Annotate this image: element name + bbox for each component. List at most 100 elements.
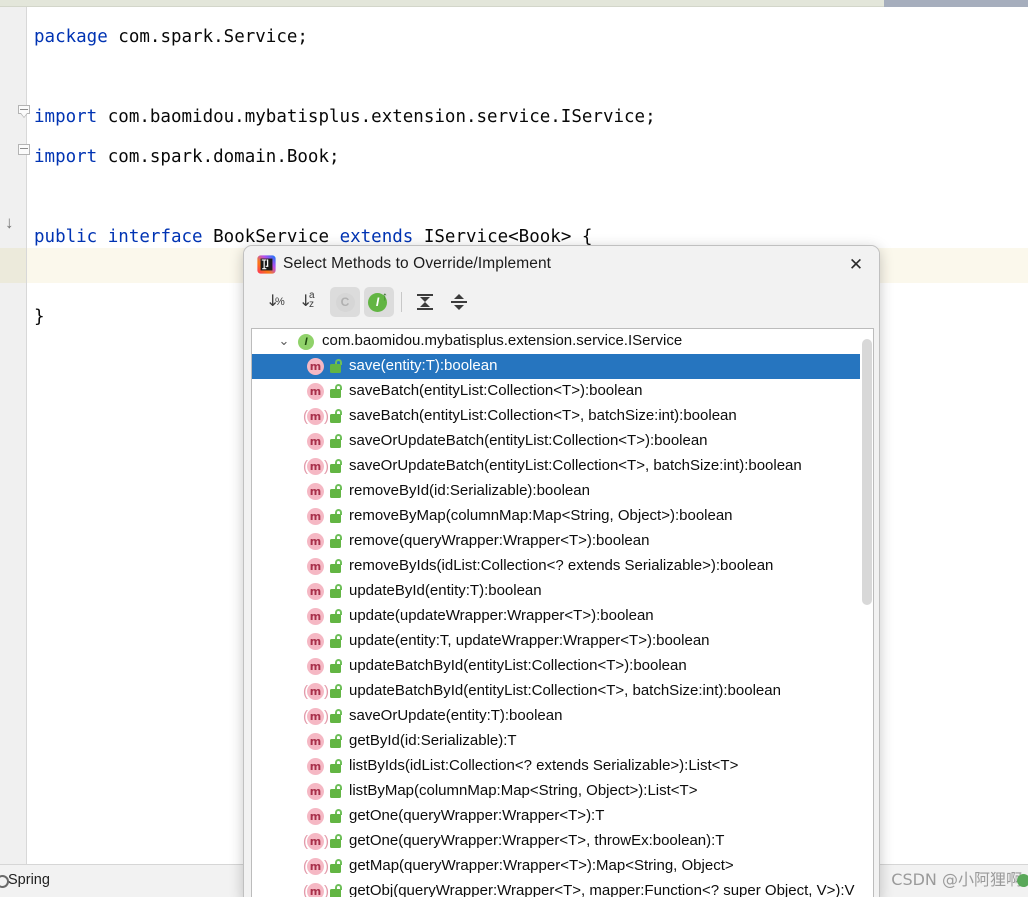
method-list-item[interactable]: m removeById(id:Serializable):boolean (252, 479, 873, 504)
method-list-item[interactable]: m saveOrUpdateBatch(entityList:Collection… (252, 429, 873, 454)
method-badge-icon: m (307, 708, 324, 725)
public-lock-icon (330, 784, 343, 798)
code-fold-marker-imports[interactable] (18, 105, 31, 118)
method-list-item[interactable]: () m saveOrUpdateBatch(entityList:Collecti… (252, 454, 873, 479)
methods-list-panel[interactable]: ⌄ I com.baomidou.mybatisplus.extension.s… (251, 328, 874, 897)
dialog-title-bar[interactable]: Select Methods to Override/Implement ✕ (244, 246, 879, 284)
public-lock-icon (330, 709, 343, 723)
method-list-item[interactable]: () m updateBatchById(entityList:Collection… (252, 679, 873, 704)
public-lock-icon (330, 759, 343, 773)
implemented-method-arrow-icon[interactable]: ↓ (5, 214, 14, 231)
public-lock-icon (330, 384, 343, 398)
window-top-strip-right (884, 0, 1028, 7)
editor-gutter[interactable] (0, 7, 27, 864)
method-list-item[interactable]: m getById(id:Serializable):T (252, 729, 873, 754)
sort-by-visibility-button[interactable]: ↓% (263, 287, 293, 317)
method-rows[interactable]: m save(entity:T):boolean m saveBatch(entity… (252, 354, 873, 897)
show-interfaces-button[interactable]: I ↑ (364, 287, 394, 317)
close-icon[interactable]: ✕ (845, 254, 867, 276)
public-lock-icon (330, 584, 343, 598)
method-list-item[interactable]: m save(entity:T):boolean (252, 354, 873, 379)
method-badge-icon: m (307, 558, 324, 575)
code-token: BookService (202, 227, 340, 247)
watermark-dot-icon (1017, 874, 1028, 887)
method-signature-label: getMap(queryWrapper:Wrapper<T>):Map<Stri… (349, 857, 734, 874)
collapse-all-button[interactable] (444, 287, 474, 317)
method-signature-label: removeByIds(idList:Collection<? extends … (349, 557, 774, 574)
public-lock-icon (330, 484, 343, 498)
method-list-item[interactable]: m getOne(queryWrapper:Wrapper<T>):T (252, 804, 873, 829)
method-list-item[interactable]: m removeByMap(columnMap:Map<String, Objec… (252, 504, 873, 529)
method-list-item[interactable]: () m getObj(queryWrapper:Wrapper<T>, mappe… (252, 879, 873, 897)
public-lock-icon (330, 559, 343, 573)
method-list-item[interactable]: m removeByIds(idList:Collection<? extends… (252, 554, 873, 579)
method-badge-icon: m (307, 733, 324, 750)
method-signature-label: getOne(queryWrapper:Wrapper<T>, throwEx:… (349, 832, 725, 849)
public-lock-icon (330, 459, 343, 473)
method-signature-label: getById(id:Serializable):T (349, 732, 517, 749)
sort-alphabetically-button[interactable]: ↓ az (296, 287, 326, 317)
caret-line-gutter-highlight (0, 248, 26, 283)
method-list-item[interactable]: m saveBatch(entityList:Collection<T>):boo… (252, 379, 873, 404)
default-method-paren-right: ) (324, 883, 329, 897)
method-list-item[interactable]: m remove(queryWrapper:Wrapper<T>):boolean (252, 529, 873, 554)
default-method-paren-right: ) (324, 858, 329, 875)
code-fold-marker-import[interactable] (18, 144, 31, 157)
chevron-down-icon[interactable]: ⌄ (277, 334, 291, 348)
class-badge-icon: C (335, 292, 355, 312)
dialog-toolbar[interactable]: ↓% ↓ az C I ↑ (244, 284, 879, 322)
method-signature-label: listByMap(columnMap:Map<String, Object>)… (349, 782, 698, 799)
method-badge-icon: m (307, 433, 324, 450)
default-method-paren-right: ) (324, 833, 329, 850)
interface-badge-icon: I ↑ (368, 290, 390, 313)
method-signature-label: updateBatchById(entityList:Collection<T>… (349, 682, 781, 699)
expand-all-button[interactable] (410, 287, 440, 317)
method-badge-icon: m (307, 583, 324, 600)
tree-root-label: com.baomidou.mybatisplus.extension.servi… (322, 332, 683, 349)
method-list-item[interactable]: m updateById(entity:T):boolean (252, 579, 873, 604)
window-top-strip (0, 0, 884, 7)
public-lock-icon (330, 509, 343, 523)
method-list-item[interactable]: m updateBatchById(entityList:Collection<T… (252, 654, 873, 679)
public-lock-icon (330, 834, 343, 848)
code-token: package (34, 27, 108, 47)
method-list-item[interactable]: m listByIds(idList:Collection<? extends S… (252, 754, 873, 779)
code-token: com.spark.Service; (107, 27, 308, 47)
expand-all-icon (415, 293, 435, 311)
method-list-item[interactable]: () m getMap(queryWrapper:Wrapper<T>):Map<S… (252, 854, 873, 879)
code-token: interface (107, 227, 203, 247)
method-signature-label: saveBatch(entityList:Collection<T>):bool… (349, 382, 643, 399)
method-list-item[interactable]: () m saveBatch(entityList:Collection<T>, b… (252, 404, 873, 429)
screen: ↓ package com.spark.Service; import com.b… (0, 0, 1028, 897)
public-lock-icon (330, 884, 343, 897)
method-list-item[interactable]: m update(updateWrapper:Wrapper<T>):boolea… (252, 604, 873, 629)
method-badge-icon: m (307, 533, 324, 550)
public-lock-icon (330, 409, 343, 423)
public-lock-icon (330, 434, 343, 448)
method-signature-label: saveBatch(entityList:Collection<T>, batc… (349, 407, 737, 424)
list-scrollbar-thumb[interactable] (862, 339, 872, 605)
code-line-0: package com.spark.Service; (34, 17, 308, 57)
code-line-2: import com.spark.domain.Book; (34, 137, 340, 177)
method-list-item[interactable]: () m saveOrUpdate(entity:T):boolean (252, 704, 873, 729)
status-bar-left: Spring (0, 865, 244, 897)
method-signature-label: removeById(id:Serializable):boolean (349, 482, 590, 499)
list-scrollbar-track[interactable] (860, 329, 873, 897)
method-signature-label: saveOrUpdate(entity:T):boolean (349, 707, 563, 724)
method-list-item[interactable]: m listByMap(columnMap:Map<String, Object>… (252, 779, 873, 804)
method-list-item[interactable]: m update(entity:T, updateWrapper:Wrapper<… (252, 629, 873, 654)
default-method-paren-right: ) (324, 408, 329, 425)
method-badge-icon: m (307, 508, 324, 525)
tree-root-node[interactable]: ⌄ I com.baomidou.mybatisplus.extension.s… (252, 329, 873, 354)
method-signature-label: updateBatchById(entityList:Collection<T>… (349, 657, 687, 674)
method-badge-icon: m (307, 358, 324, 375)
method-badge-icon: m (307, 383, 324, 400)
show-classes-button[interactable]: C (330, 287, 360, 317)
method-signature-label: saveOrUpdateBatch(entityList:Collection<… (349, 457, 802, 474)
method-badge-icon: m (307, 483, 324, 500)
method-badge-icon: m (307, 783, 324, 800)
select-methods-dialog[interactable]: Select Methods to Override/Implement ✕ ↓… (243, 245, 880, 897)
method-list-item[interactable]: () m getOne(queryWrapper:Wrapper<T>, throw… (252, 829, 873, 854)
status-spring-label[interactable]: Spring (8, 872, 50, 888)
